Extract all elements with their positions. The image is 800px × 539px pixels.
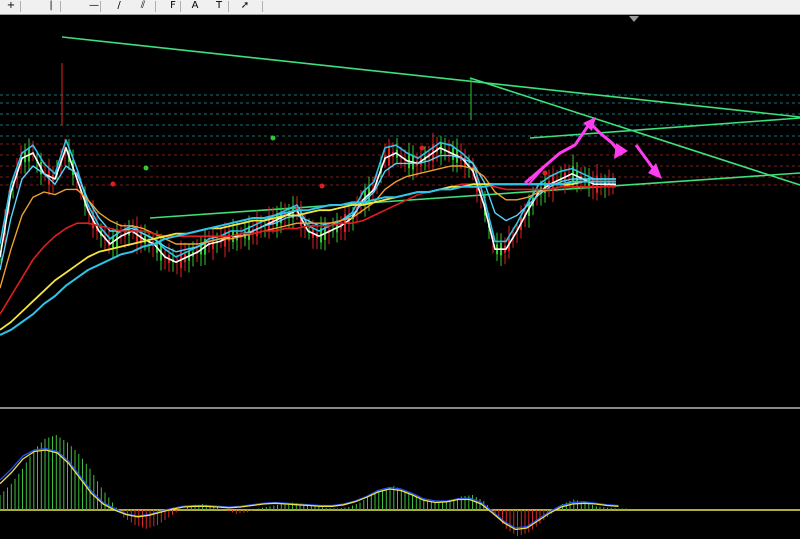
toolbar-separator <box>180 1 181 12</box>
chart-shift-marker[interactable] <box>629 16 639 22</box>
toolbar-separator <box>228 1 229 12</box>
forecast-arrowhead <box>614 143 628 159</box>
fibonacci-icon: F <box>170 0 176 11</box>
price-chart[interactable] <box>0 15 800 407</box>
trendline-icon: / <box>117 0 121 11</box>
trendline <box>469 77 800 186</box>
fractal-dot <box>319 183 325 189</box>
toolbar-separator <box>100 1 101 12</box>
text-label-tool-button[interactable]: T <box>210 0 228 12</box>
trendline <box>529 117 800 139</box>
ma-yellow-line <box>0 180 616 331</box>
fractal-dot <box>110 181 116 187</box>
crosshair-tool-button[interactable]: + <box>2 0 20 12</box>
toolbar-separator <box>262 1 263 12</box>
equidistant-channel-tool-button[interactable]: ⫽ <box>134 0 152 12</box>
channel-icon: ⫽ <box>140 0 146 11</box>
toolbar-separator <box>20 1 21 12</box>
drawing-toolbar: + | — / ⫽ F A T ➚ <box>0 0 800 15</box>
forecast-down-arrow <box>634 144 657 172</box>
horizontal-line-icon: — <box>89 0 99 11</box>
trendline-tool-button[interactable]: / <box>110 0 128 12</box>
trendline <box>61 36 800 118</box>
fractal-dot <box>270 135 276 141</box>
text-icon: A <box>191 0 199 11</box>
macd-indicator-panel[interactable] <box>0 409 800 539</box>
text-tool-button[interactable]: A <box>186 0 204 12</box>
toolbar-separator <box>155 1 156 12</box>
crosshair-icon: + <box>6 0 16 11</box>
arrow-menu-icon: ➚ <box>240 0 250 11</box>
arrow-tool-button[interactable]: ➚ <box>236 0 254 12</box>
macd-signal-blue-line <box>0 447 619 529</box>
ma-red-line <box>0 183 616 315</box>
fractal-dot <box>143 165 149 171</box>
fractal-dot <box>419 145 425 151</box>
text-label-icon: T <box>215 0 223 11</box>
vertical-line-icon: | <box>49 0 53 11</box>
fractal-dot <box>542 170 548 176</box>
vertical-line-tool-button[interactable]: | <box>42 0 60 12</box>
macd-signal-yellow-line <box>0 449 619 531</box>
toolbar-separator <box>60 1 61 12</box>
